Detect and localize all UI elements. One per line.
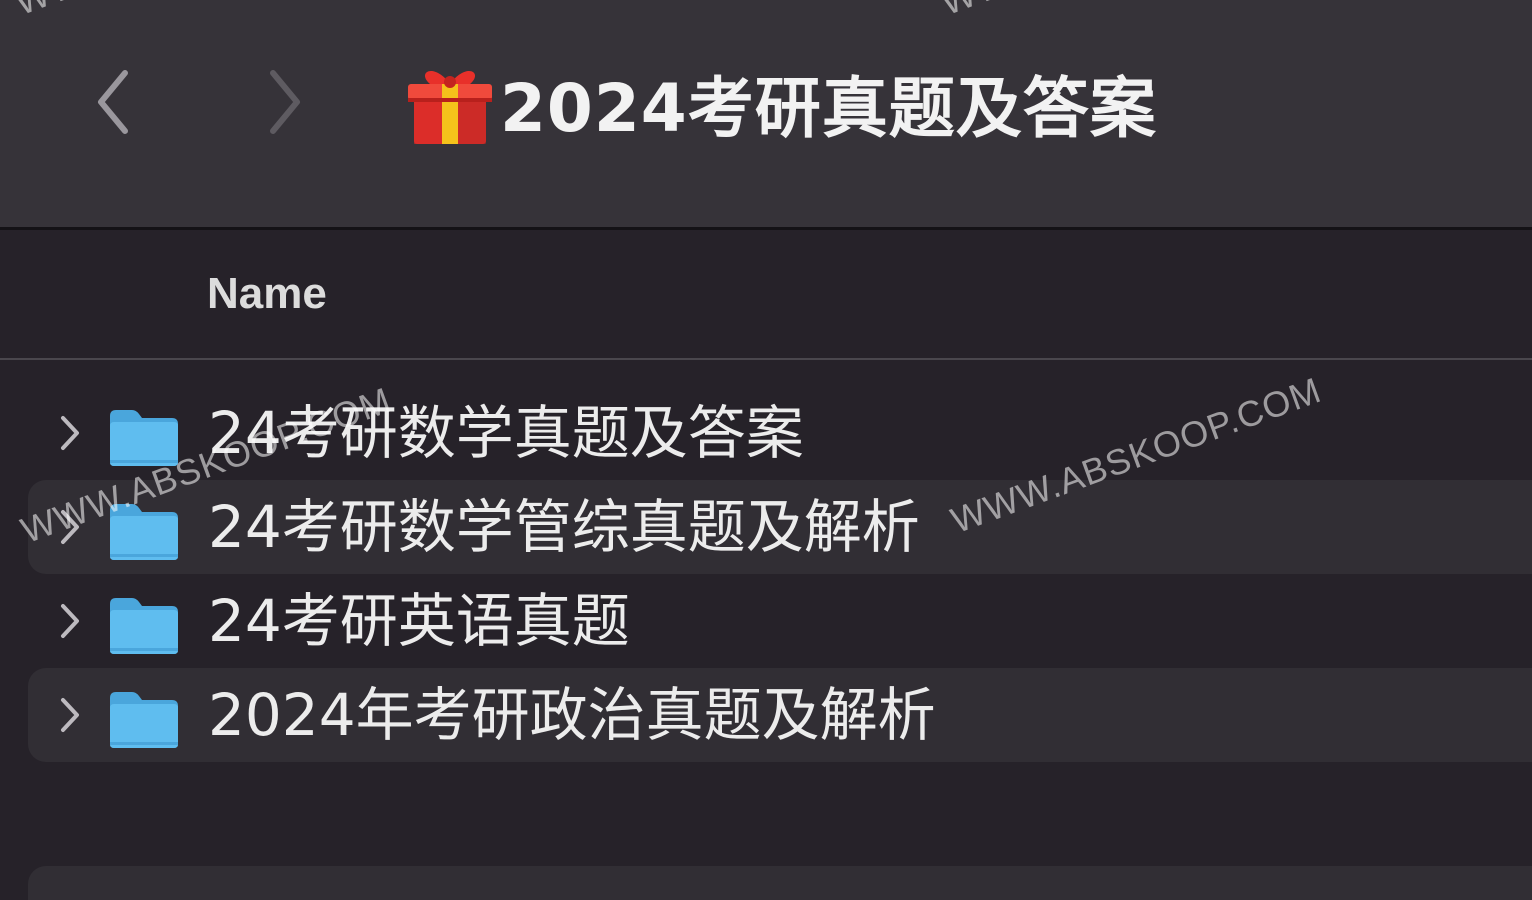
chevron-right-icon xyxy=(61,416,79,450)
chevron-right-icon xyxy=(61,698,79,732)
list-column-header: Name xyxy=(0,233,1532,360)
chevron-right-icon xyxy=(61,604,79,638)
empty-list-row xyxy=(28,866,1532,900)
folder-icon xyxy=(110,692,178,748)
forward-button[interactable] xyxy=(250,62,320,142)
file-name: 24考研数学管综真题及解析 xyxy=(208,493,920,561)
folder-icon xyxy=(110,410,178,466)
file-name: 24考研数学真题及答案 xyxy=(208,399,804,467)
finder-window: 2024考研真题及答案 Name 24考研数学真题及答案 24考研数学管综真题及… xyxy=(0,0,1532,900)
chevron-right-icon xyxy=(270,70,300,134)
disclosure-triangle[interactable] xyxy=(52,507,88,547)
back-button[interactable] xyxy=(78,62,148,142)
file-list: 24考研数学真题及答案 24考研数学管综真题及解析 24考研英语真题 2024年… xyxy=(0,386,1532,762)
list-item[interactable]: 24考研数学真题及答案 xyxy=(28,386,1532,480)
list-item[interactable]: 24考研数学管综真题及解析 xyxy=(28,480,1532,574)
disclosure-triangle[interactable] xyxy=(52,601,88,641)
folder-icon xyxy=(110,598,178,654)
gift-icon xyxy=(408,70,492,144)
title-bar: 2024考研真题及答案 xyxy=(0,0,1532,230)
chevron-left-icon xyxy=(98,70,128,134)
list-item[interactable]: 2024年考研政治真题及解析 xyxy=(28,668,1532,762)
file-name: 2024年考研政治真题及解析 xyxy=(208,681,936,749)
disclosure-triangle[interactable] xyxy=(52,413,88,453)
chevron-right-icon xyxy=(61,510,79,544)
window-title: 2024考研真题及答案 xyxy=(404,58,1157,148)
disclosure-triangle[interactable] xyxy=(52,695,88,735)
list-item[interactable]: 24考研英语真题 xyxy=(28,574,1532,668)
window-title-text: 2024考研真题及答案 xyxy=(500,70,1157,147)
name-column-header[interactable]: Name xyxy=(207,269,327,319)
folder-icon xyxy=(110,504,178,560)
file-name: 24考研英语真题 xyxy=(208,587,630,655)
